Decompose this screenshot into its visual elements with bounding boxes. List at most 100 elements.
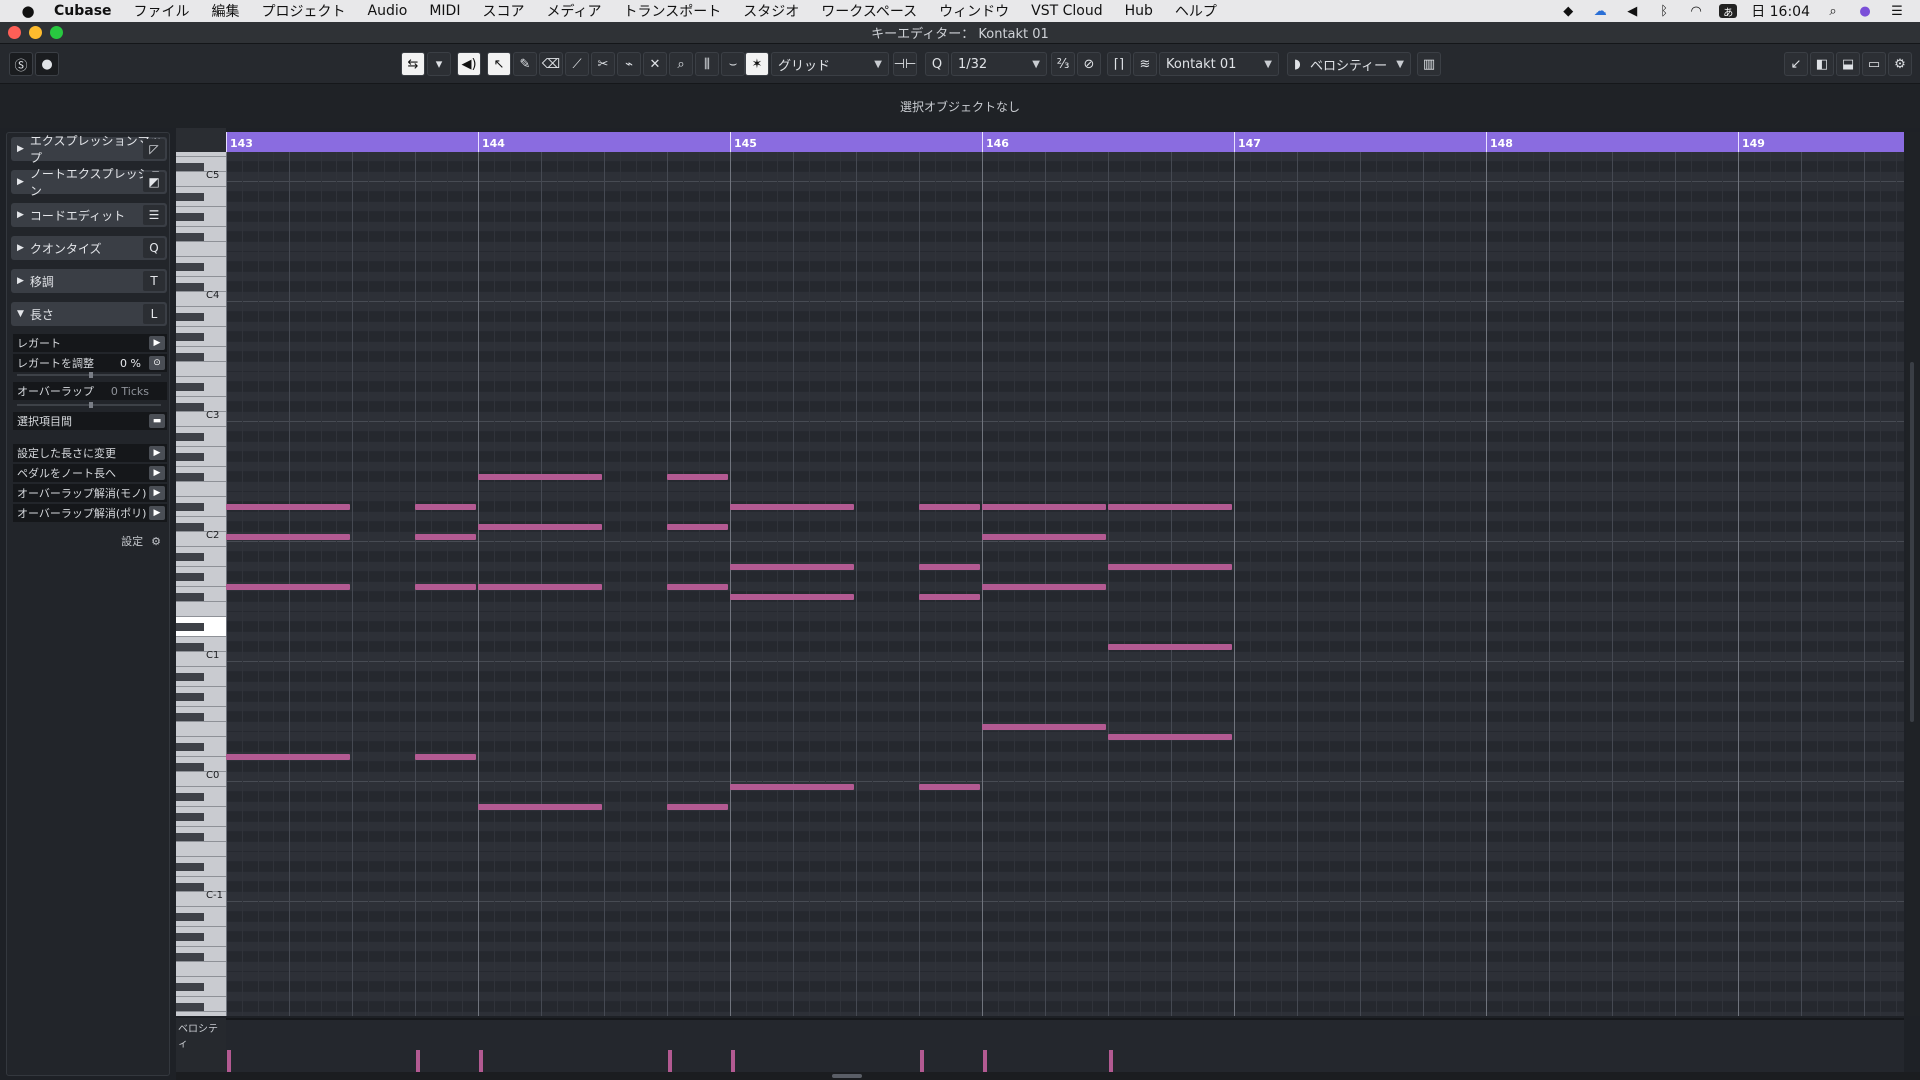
midi-note[interactable] bbox=[982, 724, 1106, 730]
midi-note[interactable] bbox=[478, 474, 602, 480]
cloud-icon[interactable]: ☁ bbox=[1591, 4, 1609, 19]
insert-velocity-dropdown[interactable]: ◗ ベロシティー ▼ bbox=[1287, 52, 1411, 76]
independent-track-loop-button[interactable]: ⌈⌉ bbox=[1107, 52, 1131, 76]
dropbox-icon[interactable]: ◆ bbox=[1559, 4, 1577, 19]
step-input-button[interactable]: ▥ bbox=[1417, 52, 1441, 76]
midi-note[interactable] bbox=[226, 584, 350, 590]
black-key[interactable] bbox=[176, 233, 204, 241]
white-key[interactable] bbox=[176, 482, 226, 497]
apple-icon[interactable]: ● bbox=[20, 3, 36, 19]
tool-modes-dropdown[interactable]: ▾ bbox=[427, 52, 451, 76]
slider-handle[interactable] bbox=[89, 402, 93, 408]
white-key[interactable] bbox=[176, 362, 226, 377]
black-key[interactable] bbox=[176, 523, 204, 531]
midi-note[interactable] bbox=[415, 504, 476, 510]
show-info-line-button[interactable]: ▭ bbox=[1862, 52, 1886, 76]
black-key[interactable] bbox=[176, 713, 204, 721]
midi-note[interactable] bbox=[919, 504, 980, 510]
black-key[interactable] bbox=[176, 553, 204, 561]
velocity-lane[interactable] bbox=[226, 1018, 1904, 1072]
midi-note[interactable] bbox=[667, 804, 728, 810]
midi-note[interactable] bbox=[667, 524, 728, 530]
midi-note[interactable] bbox=[226, 534, 350, 540]
show-left-zone-button[interactable]: ◧ bbox=[1810, 52, 1834, 76]
setup-window-layout-button[interactable]: ⚙ bbox=[1888, 52, 1912, 76]
black-key[interactable] bbox=[176, 163, 204, 171]
midi-note[interactable] bbox=[415, 754, 476, 760]
midi-note[interactable] bbox=[982, 584, 1106, 590]
midi-note[interactable] bbox=[919, 564, 980, 570]
inspector-section-expression-map[interactable]: ▶ エクスプレッションマップ ◸ bbox=[11, 134, 167, 165]
midi-note[interactable] bbox=[730, 784, 854, 790]
midi-note[interactable] bbox=[919, 784, 980, 790]
midi-note[interactable] bbox=[730, 564, 854, 570]
black-key[interactable] bbox=[176, 863, 204, 871]
gear-icon[interactable]: ⚙ bbox=[151, 535, 161, 548]
black-key[interactable] bbox=[176, 983, 204, 991]
pedal-to-length-button[interactable]: ペダルをノート長へ ▶ bbox=[13, 464, 167, 482]
adjust-legato-field[interactable]: レガートを調整 0 % ⊙ bbox=[13, 354, 167, 372]
midi-note[interactable] bbox=[730, 504, 854, 510]
black-key[interactable] bbox=[176, 503, 204, 511]
show-lower-zone-button[interactable]: ⬓ bbox=[1836, 52, 1860, 76]
inspector-section-quantize[interactable]: ▶ クオンタイズ Q bbox=[11, 236, 167, 260]
horizontal-scrollbar[interactable] bbox=[176, 1072, 1920, 1080]
menu-midi[interactable]: MIDI bbox=[429, 3, 460, 19]
black-key[interactable] bbox=[176, 743, 204, 751]
snap-toggle[interactable]: ✶ bbox=[745, 52, 769, 76]
black-key[interactable] bbox=[176, 283, 204, 291]
volume-icon[interactable]: ◀ bbox=[1623, 4, 1641, 19]
minimize-window-button[interactable] bbox=[29, 26, 42, 39]
vertical-scroll-thumb[interactable] bbox=[1910, 362, 1914, 722]
menu-app[interactable]: Cubase bbox=[54, 3, 112, 19]
midi-note[interactable] bbox=[415, 534, 476, 540]
bluetooth-icon[interactable]: ᛒ bbox=[1655, 4, 1673, 19]
delete-overlaps-mono-button[interactable]: オーバーラップ解消(モノ) ▶ bbox=[13, 484, 167, 502]
menu-audio[interactable]: Audio bbox=[368, 3, 408, 19]
slider-handle[interactable] bbox=[89, 372, 93, 378]
delete-overlaps-poly-button[interactable]: オーバーラップ解消(ポリ) ▶ bbox=[13, 504, 167, 522]
object-selection-tool[interactable]: ↖ bbox=[487, 52, 511, 76]
between-selected-checkbox[interactable]: 選択項目間 ▬ bbox=[13, 412, 167, 430]
black-key[interactable] bbox=[176, 453, 204, 461]
menu-project[interactable]: プロジェクト bbox=[262, 1, 346, 21]
white-key[interactable] bbox=[176, 602, 226, 617]
white-key[interactable] bbox=[176, 962, 226, 977]
midi-note[interactable] bbox=[1108, 734, 1232, 740]
quantize-preset-dropdown[interactable]: 1/32 ▼ bbox=[951, 52, 1047, 76]
solo-editor-button[interactable]: Ⓢ bbox=[9, 52, 33, 76]
black-key[interactable] bbox=[176, 313, 204, 321]
expression-map-icon[interactable]: ◸ bbox=[143, 139, 165, 159]
white-key[interactable] bbox=[176, 242, 226, 257]
note-expression-icon[interactable]: ◩ bbox=[143, 172, 165, 192]
black-key[interactable] bbox=[176, 353, 204, 361]
black-key[interactable] bbox=[176, 263, 204, 271]
current-track-dropdown[interactable]: Kontakt 01 ▼ bbox=[1159, 52, 1279, 76]
inspector-settings[interactable]: 設定 ⚙ bbox=[121, 533, 161, 549]
menu-window[interactable]: ウィンドウ bbox=[939, 1, 1009, 21]
auto-select-controllers-button[interactable]: ⇆ bbox=[401, 52, 425, 76]
time-warp-tool[interactable]: ⌣ bbox=[721, 52, 745, 76]
black-key[interactable] bbox=[176, 913, 204, 921]
black-key[interactable] bbox=[176, 693, 204, 701]
spotlight-icon[interactable]: ⌕ bbox=[1824, 4, 1842, 19]
menu-clock[interactable]: 日 16:04 bbox=[1751, 1, 1810, 21]
bar-ruler[interactable]: 143 144 145 146 147 148 149 bbox=[226, 132, 1904, 152]
black-key[interactable] bbox=[176, 673, 204, 681]
wifi-icon[interactable]: ◠ bbox=[1687, 4, 1705, 19]
mute-tool[interactable]: ✕ bbox=[643, 52, 667, 76]
menu-edit[interactable]: 編集 bbox=[212, 1, 240, 21]
midi-note[interactable] bbox=[730, 594, 854, 600]
black-key[interactable] bbox=[176, 883, 204, 891]
close-window-button[interactable] bbox=[8, 26, 21, 39]
menu-studio[interactable]: スタジオ bbox=[743, 1, 799, 21]
line-tool[interactable]: ⫼ bbox=[695, 52, 719, 76]
black-key[interactable] bbox=[176, 213, 204, 221]
glue-tool[interactable]: ⌁ bbox=[617, 52, 641, 76]
quantize-settings-button[interactable]: ⊘ bbox=[1077, 52, 1101, 76]
inspector-section-length[interactable]: ▼ 長さ L bbox=[11, 302, 167, 326]
midi-note[interactable] bbox=[226, 504, 350, 510]
velocity-lane-label[interactable]: ベロシティ bbox=[176, 1018, 226, 1072]
black-key[interactable] bbox=[176, 473, 204, 481]
velocity-bar[interactable] bbox=[479, 1050, 483, 1072]
